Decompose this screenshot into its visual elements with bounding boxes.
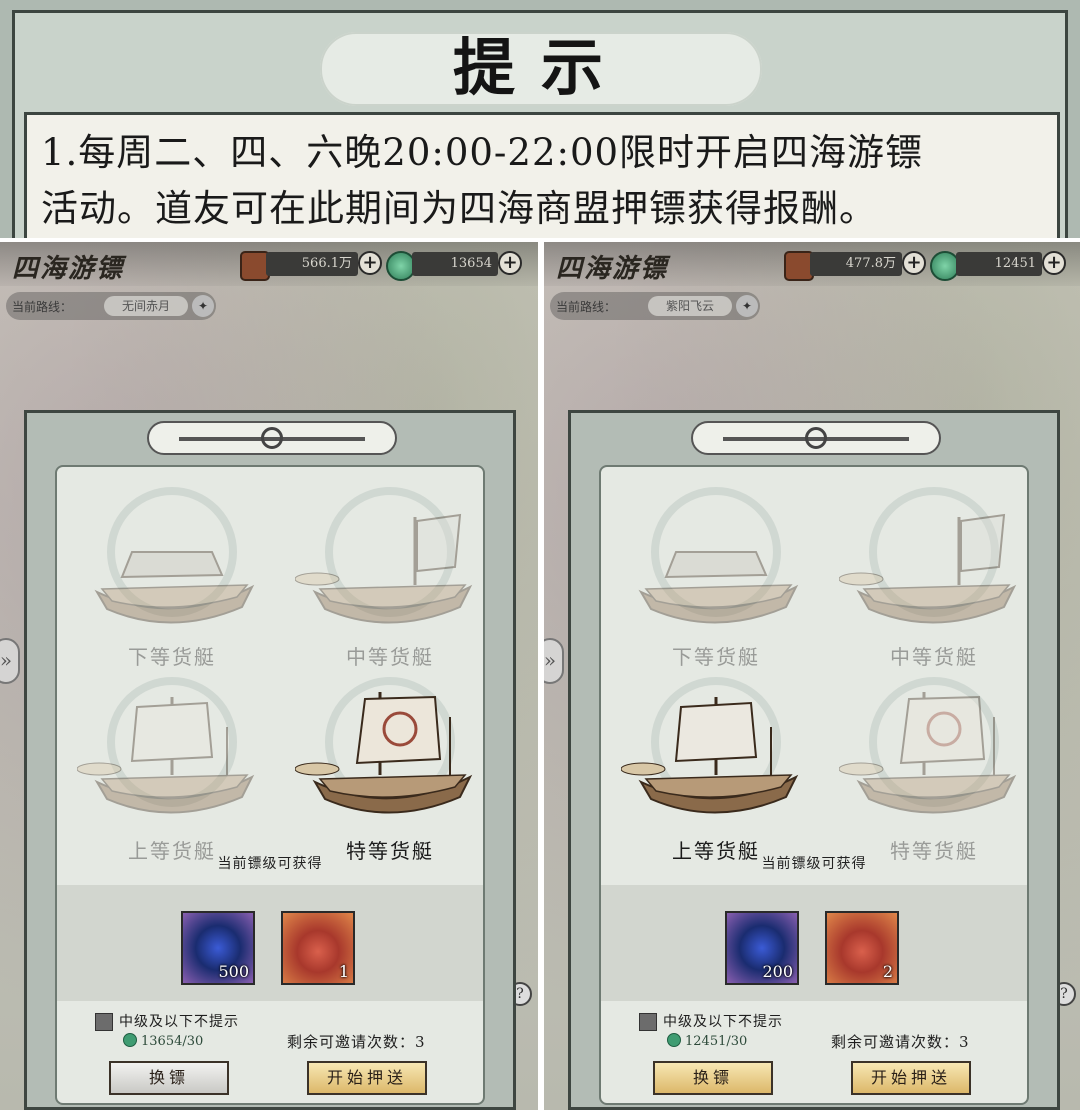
route-bar[interactable]: 当前路线： 紫阳飞云 ✦ <box>550 292 760 320</box>
ship-option-top[interactable]: 特等货艇 <box>295 667 485 867</box>
reward-caption: 当前镖级可获得 <box>761 856 867 872</box>
coin-cost-text: 12451/30 <box>685 1034 748 1049</box>
coin-cost: 12451/30 <box>667 1033 747 1049</box>
knot-icon <box>805 427 827 449</box>
ship-label: 下等货艇 <box>672 645 760 669</box>
remaining-invites: 剩余可邀请次数：3 <box>287 1033 426 1051</box>
hint-text: 1.每周二、四、六晚20:00-22:00限时开启四海游镖 活动。道友可在此期间… <box>41 125 1051 237</box>
gem-reward-count: 200 <box>762 962 793 981</box>
currency-stone: 477.8万 <box>810 252 902 276</box>
scroll-header <box>147 421 397 455</box>
top-bar: 四海游镖 477.8万 + 12451 + <box>544 242 1080 286</box>
ship-option-high[interactable]: 上等货艇 <box>77 667 267 867</box>
ship-label: 中等货艇 <box>346 645 434 669</box>
scroll-left-arrow-icon[interactable]: » <box>0 638 20 684</box>
coin-cost: 13654/30 <box>123 1033 203 1049</box>
route-info-icon[interactable]: ✦ <box>736 295 758 317</box>
ship-panel: 下等货艇 中等货艇 上等货艇 特等货艇 当前镖级可获得 500 1 中级及以下不… <box>55 465 485 1105</box>
pouch-reward-count: 1 <box>338 962 349 981</box>
no-prompt-label: 中级及以下不提示 <box>119 1014 239 1030</box>
route-info-icon[interactable]: ✦ <box>192 295 214 317</box>
route-label: 当前路线： <box>12 300 73 314</box>
reward-band: 500 1 <box>57 885 483 1001</box>
pouch-reward-icon[interactable]: 2 <box>825 911 899 985</box>
escort-dialog: 下等货艇 中等货艇 上等货艇 特等货艇 当前镖级可获得 200 2 中级及以下不… <box>568 410 1060 1110</box>
pouch-reward-icon[interactable]: 1 <box>281 911 355 985</box>
swap-escort-button[interactable]: 换镖 <box>653 1061 773 1095</box>
escort-dialog: 下等货艇 中等货艇 上等货艇 特等货艇 当前镖级可获得 500 1 中级及以下不… <box>24 410 516 1110</box>
currency-jade: 13654 <box>412 252 498 276</box>
add-jade-button[interactable]: + <box>498 251 522 275</box>
ship-option-low[interactable]: 下等货艇 <box>621 477 811 677</box>
route-bar[interactable]: 当前路线： 无间赤月 ✦ <box>6 292 216 320</box>
hint-line-2: 活动。道友可在此期间为四海商盟押镖获得报酬。 <box>41 187 877 230</box>
reward-band: 200 2 <box>601 885 1027 1001</box>
no-prompt-label: 中级及以下不提示 <box>663 1014 783 1030</box>
hint-title: 提示 <box>452 31 629 104</box>
remaining-invites: 剩余可邀请次数：3 <box>831 1033 970 1051</box>
gem-reward-count: 500 <box>218 962 249 981</box>
scroll-left-arrow-icon[interactable]: » <box>544 638 564 684</box>
route-value: 紫阳飞云 <box>648 296 732 316</box>
gem-reward-icon[interactable]: 200 <box>725 911 799 985</box>
currency-stone: 566.1万 <box>266 252 358 276</box>
coin-cost-text: 13654/30 <box>141 1034 204 1049</box>
hint-line-1: 1.每周二、四、六晚20:00-22:00限时开启四海游镖 <box>41 131 924 174</box>
swap-escort-button[interactable]: 换镖 <box>109 1061 229 1095</box>
game-title: 四海游镖 <box>556 254 669 284</box>
reward-caption: 当前镖级可获得 <box>217 856 323 872</box>
top-bar: 四海游镖 566.1万 + 13654 + <box>0 242 538 286</box>
jade-coin-small-icon <box>667 1033 681 1047</box>
ship-option-low[interactable]: 下等货艇 <box>77 477 267 677</box>
ship-label: 中等货艇 <box>890 645 978 669</box>
add-jade-button[interactable]: + <box>1042 251 1066 275</box>
route-label: 当前路线： <box>556 300 617 314</box>
escort-screen-right: 四海游镖 477.8万 + 12451 + 当前路线： 紫阳飞云 ✦ » ? 下… <box>544 242 1080 1110</box>
add-stone-button[interactable]: + <box>902 251 926 275</box>
start-escort-button[interactable]: 开始押送 <box>307 1061 427 1095</box>
escort-screen-left: 四海游镖 566.1万 + 13654 + 当前路线： 无间赤月 ✦ » ? 下… <box>0 242 538 1110</box>
route-value: 无间赤月 <box>104 296 188 316</box>
ship-label: 下等货艇 <box>128 645 216 669</box>
ship-panel: 下等货艇 中等货艇 上等货艇 特等货艇 当前镖级可获得 200 2 中级及以下不… <box>599 465 1029 1105</box>
ship-option-mid[interactable]: 中等货艇 <box>295 477 485 677</box>
hint-panel: 提示 1.每周二、四、六晚20:00-22:00限时开启四海游镖 活动。道友可在… <box>0 0 1080 238</box>
ship-option-top[interactable]: 特等货艇 <box>839 667 1029 867</box>
knot-icon <box>261 427 283 449</box>
ship-option-high[interactable]: 上等货艇 <box>621 667 811 867</box>
game-title: 四海游镖 <box>12 254 125 284</box>
currency-jade: 12451 <box>956 252 1042 276</box>
jade-coin-small-icon <box>123 1033 137 1047</box>
no-prompt-checkbox[interactable] <box>639 1013 657 1031</box>
pouch-reward-count: 2 <box>882 962 893 981</box>
scroll-header <box>691 421 941 455</box>
hint-body: 1.每周二、四、六晚20:00-22:00限时开启四海游镖 活动。道友可在此期间… <box>24 112 1060 238</box>
start-escort-button[interactable]: 开始押送 <box>851 1061 971 1095</box>
ship-option-mid[interactable]: 中等货艇 <box>839 477 1029 677</box>
gem-reward-icon[interactable]: 500 <box>181 911 255 985</box>
add-stone-button[interactable]: + <box>358 251 382 275</box>
no-prompt-checkbox[interactable] <box>95 1013 113 1031</box>
